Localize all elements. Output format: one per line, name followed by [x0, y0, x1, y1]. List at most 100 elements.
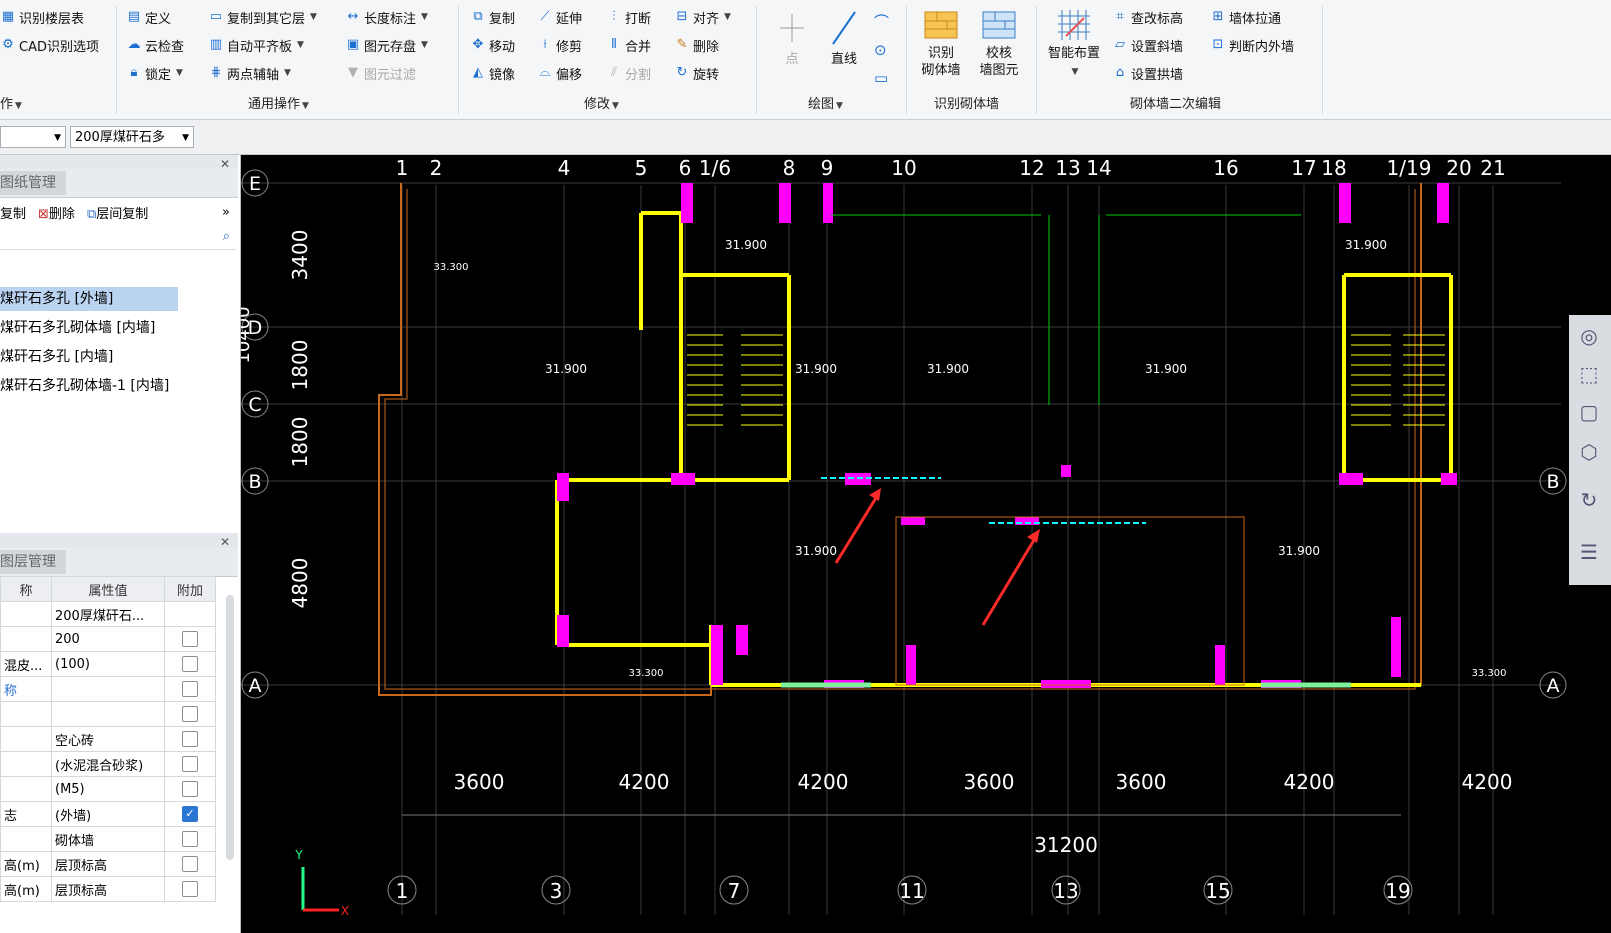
search-input[interactable]: ⌕	[0, 227, 236, 250]
property-value[interactable]: 200	[51, 626, 165, 652]
props-scrollbar[interactable]	[226, 595, 234, 860]
length-dimension-button[interactable]: ↔ 长度标注 ▼	[345, 6, 428, 28]
rotate-view-icon[interactable]: ↻	[1574, 485, 1604, 515]
split-button[interactable]: ⫽ 分割	[606, 62, 651, 84]
arc-icon[interactable]: ⌒	[874, 8, 894, 36]
search-icon[interactable]: ⌕	[223, 229, 230, 244]
two-point-axis-button[interactable]: ⋕ 两点辅轴 ▼	[208, 62, 291, 84]
property-value[interactable]: 砌体墙	[51, 826, 165, 852]
judge-inner-outer-wall-button[interactable]: ⊡ 判断内外墙	[1210, 34, 1294, 56]
top-view-icon[interactable]: ▢	[1574, 397, 1604, 427]
extra-checkbox[interactable]	[182, 631, 198, 647]
property-row[interactable]: 称	[0, 676, 216, 702]
extra-checkbox[interactable]	[182, 831, 198, 847]
property-row[interactable]: 混皮... (100)	[0, 651, 216, 677]
group-label-draw[interactable]: 绘图 ▼	[808, 93, 843, 112]
define-button[interactable]: ▤ 定义	[126, 6, 171, 28]
list-view-icon[interactable]: ☰	[1574, 537, 1604, 567]
trim-button[interactable]: ⟊ 修剪	[537, 34, 582, 56]
move-button[interactable]: ✥ 移动	[470, 34, 515, 56]
property-row[interactable]: 砌体墙	[0, 826, 216, 852]
lock-button[interactable]: 🔒︎ 锁定 ▼	[126, 62, 183, 84]
property-row[interactable]: 高(m) 层顶标高	[0, 851, 216, 877]
axis-label-right: A	[1547, 675, 1560, 697]
component-list-item[interactable]: 煤矸石多孔 [外墙]	[0, 287, 178, 311]
set-slant-wall-button[interactable]: ▱ 设置斜墙	[1112, 34, 1183, 56]
merge-button[interactable]: ⫴ 合并	[606, 34, 651, 56]
property-row[interactable]: 高(m) 层顶标高	[0, 876, 216, 902]
property-value[interactable]: 200厚煤矸石...	[51, 601, 165, 627]
rectangle-icon[interactable]: ▭	[874, 64, 894, 92]
recognize-masonry-wall-button[interactable]: 识别 砌体墙	[916, 8, 966, 79]
draw-point-button[interactable]: 点	[772, 8, 812, 68]
property-value[interactable]	[51, 676, 165, 702]
component-list-item[interactable]: 煤矸石多孔砌体墙-1 [内墙]	[0, 374, 169, 398]
extra-checkbox[interactable]	[182, 681, 198, 697]
set-arch-wall-button[interactable]: ⌂ 设置拱墙	[1112, 62, 1183, 84]
recognize-floor-table-button[interactable]: ▦ 识别楼层表	[0, 6, 84, 28]
copy-to-other-layer-button[interactable]: ▭ 复制到其它层 ▼	[208, 6, 317, 28]
check-wall-element-button[interactable]: 校核 墙图元	[974, 8, 1024, 79]
delete-button[interactable]: ✎ 删除	[674, 34, 719, 56]
cube-icon[interactable]: ⬡	[1574, 437, 1604, 467]
property-row[interactable]: (水泥混合砂浆)	[0, 751, 216, 777]
circle-icon[interactable]: ⊙	[874, 36, 894, 64]
property-value[interactable]: (水泥混合砂浆)	[51, 751, 165, 777]
align-button[interactable]: ⊟ 对齐 ▼	[674, 6, 731, 28]
property-row[interactable]: 200厚煤矸石...	[0, 601, 216, 627]
rotate-button[interactable]: ↻ 旋转	[674, 62, 719, 84]
property-value[interactable]: (100)	[51, 651, 165, 677]
copy-drawing-button[interactable]: 复制	[0, 203, 26, 222]
offset-button[interactable]: ⌓ 偏移	[537, 62, 582, 84]
cad-canvas[interactable]: 1 2 4 5 6 1/6 8 9 10 12 13 14 16 17 18 1/19 20 21 1 3 7 11 13 1…	[241, 155, 1611, 933]
property-row[interactable]: 200	[0, 626, 216, 652]
property-row[interactable]: 志 (外墙) ✓	[0, 801, 216, 827]
3d-view-icon[interactable]: ⬚	[1574, 359, 1604, 389]
copy-button[interactable]: ⧉ 复制	[470, 6, 515, 28]
extra-checkbox[interactable]	[182, 656, 198, 672]
draw-shape-icons[interactable]: ⌒ ⊙ ▭	[874, 8, 894, 92]
property-value[interactable]: 层顶标高	[51, 876, 165, 902]
extra-checkbox[interactable]	[182, 706, 198, 722]
draw-line-button[interactable]: 直线	[822, 8, 866, 68]
wall-extend-button[interactable]: ⊞ 墙体拉通	[1210, 6, 1281, 28]
floor-copy-button[interactable]: ⧉层间复制	[87, 203, 148, 222]
break-button[interactable]: ⫶ 打断	[606, 6, 651, 28]
extra-checkbox[interactable]	[182, 856, 198, 872]
extra-checkbox[interactable]	[182, 781, 198, 797]
smart-layout-button[interactable]: 智能布置 ▼	[1042, 8, 1106, 81]
property-row[interactable]: 空心砖	[0, 726, 216, 752]
cad-options-button[interactable]: ⚙ CAD识别选项	[0, 34, 99, 56]
property-row[interactable]	[0, 701, 216, 727]
property-value[interactable]: (外墙)	[51, 801, 165, 827]
property-value[interactable]	[51, 701, 165, 727]
mirror-button[interactable]: ◭ 镜像	[470, 62, 515, 84]
group-label-modify[interactable]: 修改 ▼	[584, 93, 619, 112]
tab-drawing-management[interactable]: 图纸管理	[0, 171, 66, 195]
more-icon[interactable]: »	[222, 205, 230, 220]
group-label-general[interactable]: 通用操作 ▼	[248, 93, 309, 112]
extra-checkbox[interactable]	[182, 881, 198, 897]
property-value[interactable]: 层顶标高	[51, 851, 165, 877]
cloud-check-button[interactable]: ☁ 云检查	[126, 34, 185, 56]
extra-checkbox[interactable]	[182, 731, 198, 747]
property-row[interactable]: (M5)	[0, 776, 216, 802]
extra-checkbox[interactable]	[182, 756, 198, 772]
component-list-item[interactable]: 煤矸石多孔 [内墙]	[0, 345, 113, 369]
orbit-icon[interactable]: ◎	[1574, 321, 1604, 351]
extra-checkbox[interactable]: ✓	[182, 806, 198, 822]
extend-button[interactable]: ⟋ 延伸	[537, 6, 582, 28]
auto-align-slab-button[interactable]: ▥ 自动平齐板 ▼	[208, 34, 304, 56]
save-element-button[interactable]: ▣ 图元存盘 ▼	[345, 34, 428, 56]
edit-elevation-button[interactable]: ⌗ 查改标高	[1112, 6, 1183, 28]
component-combo[interactable]: 200厚煤矸石多 ▼	[70, 126, 194, 148]
close-icon[interactable]: ✕	[220, 535, 230, 549]
group-label-left[interactable]: 作 ▼	[0, 93, 22, 112]
component-list-item[interactable]: 煤矸石多孔砌体墙 [内墙]	[0, 316, 155, 340]
tab-layer-management[interactable]: 图层管理	[0, 550, 66, 574]
element-filter-button[interactable]: ▼ 图元过滤	[345, 62, 416, 84]
delete-drawing-button[interactable]: ⊠删除	[38, 203, 75, 222]
property-value[interactable]: 空心砖	[51, 726, 165, 752]
floor-combo[interactable]: ▼	[0, 126, 66, 148]
property-value[interactable]: (M5)	[51, 776, 165, 802]
